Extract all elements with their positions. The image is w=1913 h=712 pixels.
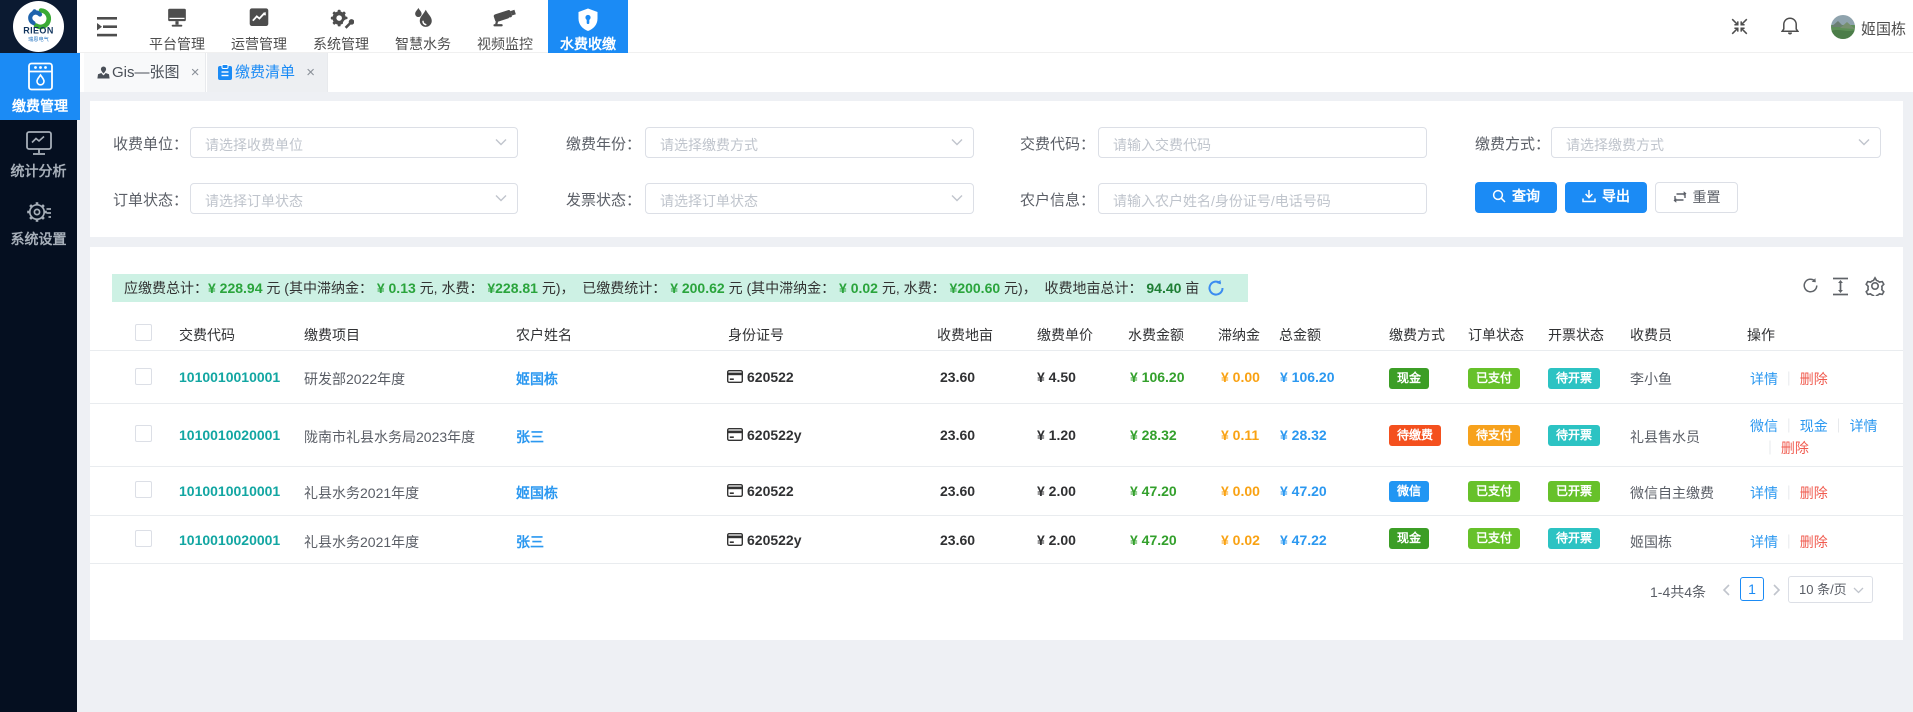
svg-text:瑞恩电气: 瑞恩电气 — [28, 35, 49, 43]
svg-text:RIEON: RIEON — [23, 26, 54, 36]
